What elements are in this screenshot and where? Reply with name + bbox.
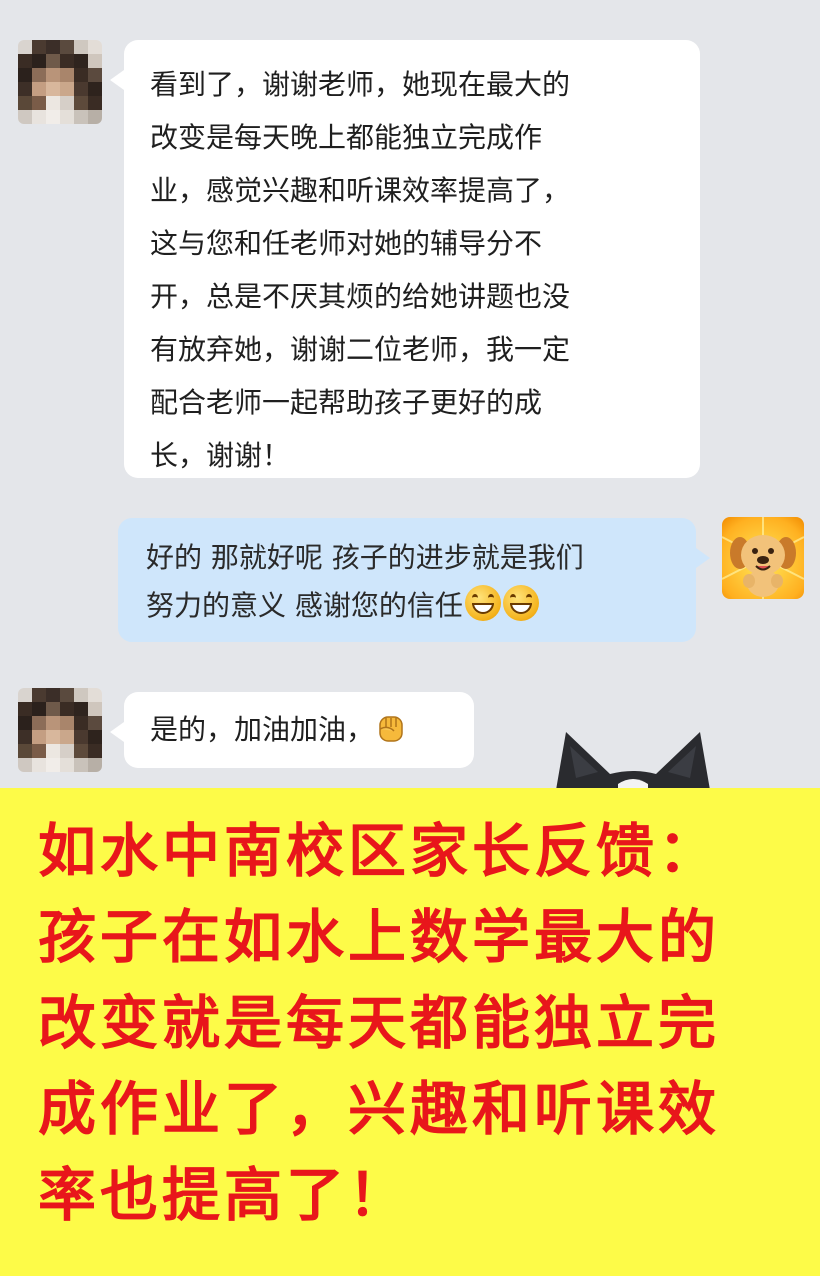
- message-line: 配合老师一起帮助孩子更好的成: [150, 386, 543, 419]
- dog-icon: [722, 517, 804, 599]
- banner-text-line: 改变就是每天都能独立完: [38, 989, 721, 1057]
- cat-photo: [556, 732, 710, 788]
- banner-headline: 如水中南校区家长反馈：: [38, 817, 721, 885]
- message-line: 努力的意义 感谢您的信任: [146, 582, 674, 630]
- message-text: 是的，加油加油，: [150, 713, 375, 746]
- message-text: 努力的意义 感谢您的信任: [146, 589, 463, 622]
- grin-emoji-icon: [464, 585, 501, 621]
- banner-text-line: 孩子在如水上数学最大的: [38, 903, 721, 971]
- message-line: 改变是每天晚上都能独立完成作: [150, 121, 543, 154]
- message-line: 看到了，谢谢老师，她现在最大的: [150, 68, 571, 101]
- banner-text-line: 率也提高了！: [38, 1161, 411, 1229]
- message-line: 好的 那就好呢 孩子的进步就是我们: [146, 541, 584, 574]
- fist-emoji-icon: [379, 716, 403, 742]
- message-line: 有放弃她，谢谢二位老师，我一定: [150, 333, 571, 366]
- banner-text-line: 成作业了，兴趣和听课效: [38, 1075, 721, 1143]
- teacher-avatar[interactable]: [722, 517, 804, 599]
- teacher-message-bubble[interactable]: 好的 那就好呢 孩子的进步就是我们 努力的意义 感谢您的信任: [118, 518, 710, 642]
- message-line: 长，谢谢！: [150, 439, 291, 472]
- message-line: 这与您和任老师对她的辅导分不: [150, 227, 543, 260]
- message-line: 开，总是不厌其烦的给她讲题也没: [150, 280, 571, 313]
- feedback-banner: 如水中南校区家长反馈： 孩子在如水上数学最大的 改变就是每天都能独立完 成作业了…: [0, 788, 820, 1276]
- grin-emoji-icon: [502, 585, 539, 621]
- parent-avatar[interactable]: [18, 688, 102, 772]
- message-line: 业，感觉兴趣和听课效率提高了，: [150, 174, 571, 207]
- chat-area: 看到了，谢谢老师，她现在最大的 改变是每天晚上都能独立完成作 业，感觉兴趣和听课…: [0, 0, 820, 788]
- parent-message-bubble[interactable]: 是的，加油加油，: [110, 692, 474, 768]
- parent-message-bubble[interactable]: 看到了，谢谢老师，她现在最大的 改变是每天晚上都能独立完成作 业，感觉兴趣和听课…: [110, 40, 700, 478]
- parent-avatar[interactable]: [18, 40, 102, 124]
